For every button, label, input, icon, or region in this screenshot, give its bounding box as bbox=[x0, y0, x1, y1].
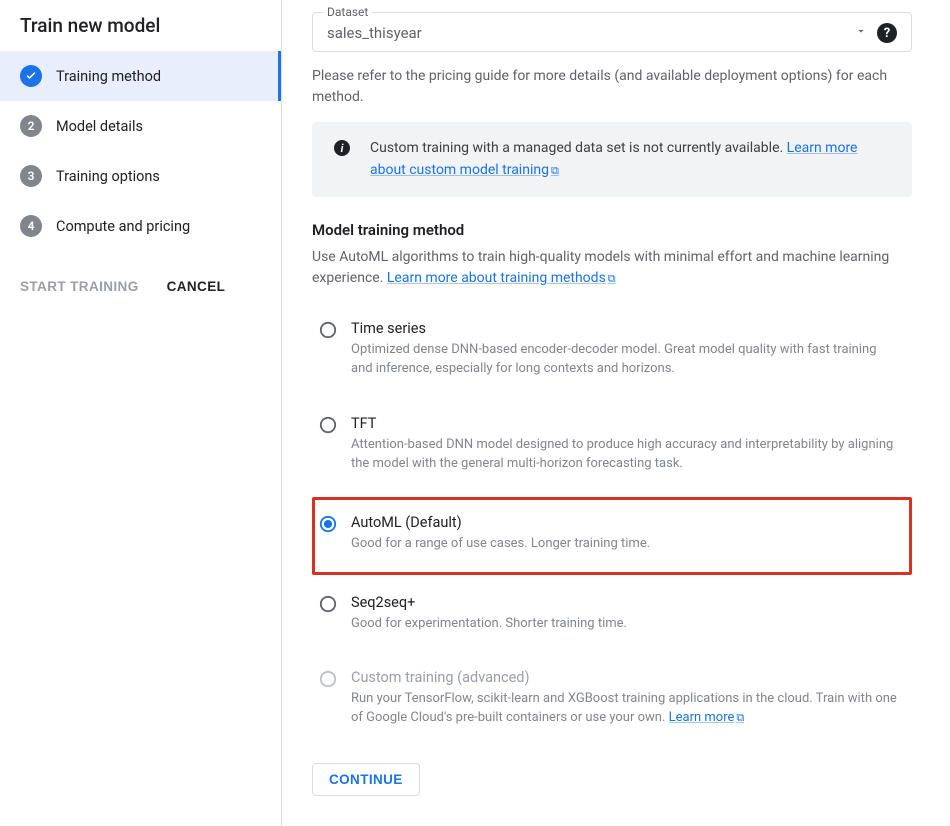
info-text: Custom training with a managed data set … bbox=[370, 140, 787, 156]
step-training-method[interactable]: Training method bbox=[0, 51, 281, 101]
check-icon bbox=[20, 65, 42, 87]
external-link-icon: ⧉ bbox=[551, 164, 559, 177]
method-heading: Model training method bbox=[312, 221, 912, 239]
radio-icon bbox=[319, 321, 337, 339]
help-icon[interactable]: ? bbox=[877, 23, 897, 43]
option-custom-training: Custom training (advanced) Run your Tens… bbox=[312, 656, 912, 745]
option-title: AutoML (Default) bbox=[351, 514, 901, 531]
option-subtitle: Run your TensorFlow, scikit-learn and XG… bbox=[351, 690, 901, 728]
step-compute-pricing[interactable]: 4 Compute and pricing bbox=[0, 201, 281, 251]
option-title: Seq2seq+ bbox=[351, 594, 901, 611]
chevron-down-icon bbox=[855, 25, 867, 41]
option-tft[interactable]: TFT Attention-based DNN model designed t… bbox=[312, 402, 912, 491]
step-label: Training options bbox=[56, 168, 160, 185]
step-label: Compute and pricing bbox=[56, 218, 190, 235]
continue-button[interactable]: CONTINUE bbox=[312, 763, 420, 796]
option-title: Custom training (advanced) bbox=[351, 669, 901, 686]
external-link-icon: ⧉ bbox=[736, 711, 744, 724]
method-options: Time series Optimized dense DNN-based en… bbox=[312, 307, 912, 745]
main-content: Dataset sales_thisyear ? Please refer to… bbox=[282, 0, 942, 826]
step-number-icon: 4 bbox=[20, 215, 42, 237]
info-icon: i bbox=[334, 140, 350, 156]
option-subtitle: Attention-based DNN model designed to pr… bbox=[351, 436, 901, 474]
option-title: Time series bbox=[351, 320, 901, 337]
option-subtitle: Good for experimentation. Shorter traini… bbox=[351, 615, 901, 634]
custom-learn-more-link[interactable]: Learn more⧉ bbox=[669, 710, 745, 725]
dataset-label: Dataset bbox=[323, 5, 372, 19]
method-link[interactable]: Learn more about training methods⧉ bbox=[387, 270, 616, 286]
option-subtitle: Optimized dense DNN-based encoder-decode… bbox=[351, 341, 901, 379]
radio-selected-icon bbox=[319, 515, 337, 533]
cancel-button[interactable]: CANCEL bbox=[167, 279, 226, 294]
dataset-value: sales_thisyear bbox=[327, 24, 845, 42]
radio-icon bbox=[319, 595, 337, 613]
info-banner: i Custom training with a managed data se… bbox=[312, 122, 912, 197]
step-number-icon: 3 bbox=[20, 165, 42, 187]
radio-disabled-icon bbox=[319, 670, 337, 688]
option-time-series[interactable]: Time series Optimized dense DNN-based en… bbox=[312, 307, 912, 396]
option-subtitle: Good for a range of use cases. Longer tr… bbox=[351, 535, 901, 554]
step-number-icon: 2 bbox=[20, 115, 42, 137]
external-link-icon: ⧉ bbox=[608, 272, 616, 285]
option-automl[interactable]: AutoML (Default) Good for a range of use… bbox=[312, 497, 912, 575]
sidebar: Train new model Training method 2 Model … bbox=[0, 0, 282, 826]
pricing-note: Please refer to the pricing guide for mo… bbox=[312, 66, 912, 108]
page-title: Train new model bbox=[0, 14, 281, 51]
option-title: TFT bbox=[351, 415, 901, 432]
option-seq2seq[interactable]: Seq2seq+ Good for experimentation. Short… bbox=[312, 581, 912, 651]
start-training-button[interactable]: START TRAINING bbox=[20, 279, 139, 294]
step-training-options[interactable]: 3 Training options bbox=[0, 151, 281, 201]
step-label: Model details bbox=[56, 118, 143, 135]
step-model-details[interactable]: 2 Model details bbox=[0, 101, 281, 151]
radio-icon bbox=[319, 416, 337, 434]
step-label: Training method bbox=[56, 68, 161, 85]
dataset-select[interactable]: Dataset sales_thisyear ? bbox=[312, 12, 912, 52]
